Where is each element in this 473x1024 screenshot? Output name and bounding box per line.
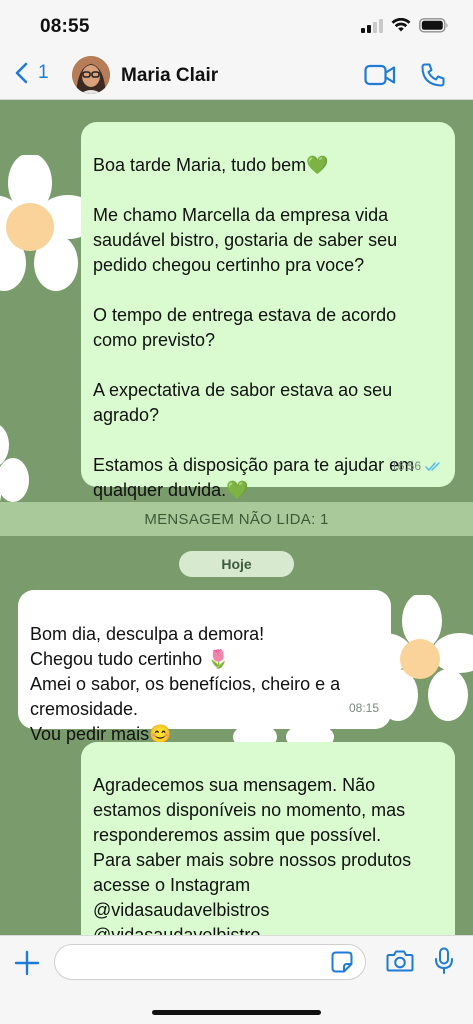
microphone-icon <box>435 947 453 974</box>
wifi-icon <box>391 18 411 32</box>
battery-icon <box>419 18 448 33</box>
message-meta: 16:56 <box>391 454 443 479</box>
unread-messages-banner: MENSAGEM NÃO LIDA: 1 <box>0 502 473 536</box>
status-time: 08:55 <box>40 16 90 37</box>
message-bubble-outgoing[interactable]: Boa tarde Maria, tudo bem💚 Me chamo Marc… <box>81 122 455 500</box>
contact-name[interactable]: Maria Clair <box>121 65 218 87</box>
back-button[interactable]: 1 <box>14 62 49 84</box>
camera-button[interactable] <box>386 949 414 978</box>
sticker-icon <box>331 951 353 973</box>
voice-message-button[interactable] <box>434 947 454 980</box>
attach-button[interactable] <box>14 950 40 981</box>
message-input[interactable] <box>54 944 366 980</box>
message-bubble-incoming[interactable]: Bom dia, desculpa a demora! Chegou tudo … <box>18 590 391 744</box>
sticker-button[interactable] <box>331 951 353 978</box>
message-meta: 08:15 <box>349 696 379 721</box>
unread-count: 1 <box>38 62 49 83</box>
message-text: Bom dia, desculpa a demora! Chegou tudo … <box>30 624 341 744</box>
message-time: 16:56 <box>390 459 421 473</box>
status-icons <box>361 18 449 33</box>
message-time: 08:15 <box>348 701 379 715</box>
camera-icon <box>386 950 414 972</box>
signal-icon <box>361 18 383 33</box>
date-separator: Hoje <box>179 551 294 577</box>
chat-header: 08:55 1 Maria Clair <box>0 0 473 100</box>
video-call-button[interactable] <box>364 64 396 91</box>
chat-area[interactable]: Boa tarde Maria, tudo bem💚 Me chamo Marc… <box>0 100 473 935</box>
message-text: Agradecemos sua mensagem. Não estamos di… <box>93 775 412 935</box>
unread-banner-text: MENSAGEM NÃO LIDA: 1 <box>144 510 329 528</box>
voice-call-button[interactable] <box>420 62 446 93</box>
message-composer <box>0 935 473 1024</box>
contact-avatar[interactable] <box>72 56 110 94</box>
read-receipt-icon <box>425 462 440 472</box>
video-call-icon <box>364 64 396 86</box>
message-text: Boa tarde Maria, tudo bem💚 Me chamo Marc… <box>93 155 415 500</box>
plus-icon <box>14 950 40 976</box>
phone-icon <box>421 63 445 87</box>
message-bubble-outgoing[interactable]: Agradecemos sua mensagem. Não estamos di… <box>81 742 455 935</box>
home-indicator[interactable] <box>152 1010 321 1015</box>
back-chevron-icon <box>15 62 28 84</box>
flower-decoration <box>0 155 90 291</box>
